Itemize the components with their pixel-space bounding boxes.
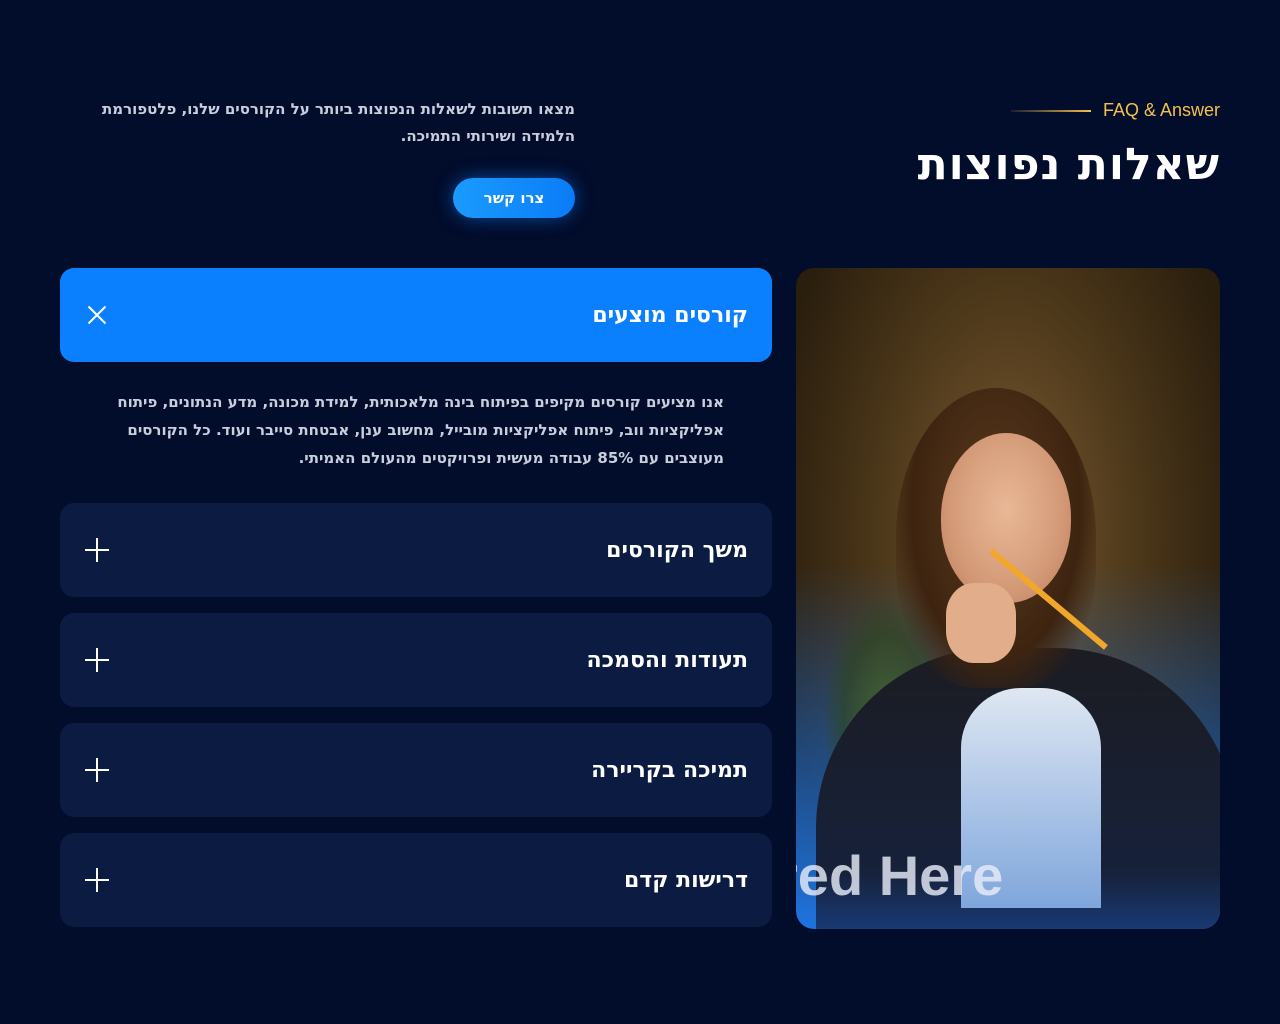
faq-item-title: תעודות והסמכה bbox=[586, 647, 748, 673]
plus-icon[interactable] bbox=[84, 537, 110, 563]
contact-button[interactable]: צרו קשר bbox=[453, 178, 575, 218]
plus-icon[interactable] bbox=[84, 867, 110, 893]
faq-item-title: תמיכה בקריירה bbox=[591, 757, 748, 783]
eyebrow-line bbox=[1010, 109, 1091, 112]
person-face-graphic bbox=[941, 433, 1071, 603]
intro-block: מצאו תשובות לשאלות הנפוצות ביותר על הקור… bbox=[100, 96, 575, 150]
plus-icon[interactable] bbox=[84, 757, 110, 783]
intro-text: מצאו תשובות לשאלות הנפוצות ביותר על הקור… bbox=[102, 100, 575, 145]
page-title: שאלות נפוצות bbox=[917, 139, 1220, 190]
faq-answer: אנו מציעים קורסים מקיפים בפיתוח בינה מלא… bbox=[117, 393, 724, 467]
faq-item-title: משך הקורסים bbox=[606, 537, 748, 563]
faq-item-course-duration[interactable]: משך הקורסים bbox=[60, 503, 772, 597]
faq-item-certificates[interactable]: תעודות והסמכה bbox=[60, 613, 772, 707]
faq-item-career-support[interactable]: תמיכה בקריירה bbox=[60, 723, 772, 817]
plus-icon[interactable] bbox=[84, 647, 110, 673]
photo-overlay-text: red Here bbox=[796, 844, 1004, 907]
person-hand-graphic bbox=[946, 583, 1016, 663]
close-icon[interactable] bbox=[84, 302, 110, 328]
faq-item-courses-offered[interactable]: קורסים מוצעים bbox=[60, 268, 772, 362]
student-photo: red Here bbox=[796, 268, 1220, 929]
faq-item-title: דרישות קדם bbox=[623, 867, 748, 893]
section-header: FAQ & Answer שאלות נפוצות bbox=[800, 100, 1220, 190]
eyebrow: FAQ & Answer bbox=[800, 100, 1220, 121]
faq-item-title: קורסים מוצעים bbox=[592, 302, 748, 328]
eyebrow-label: FAQ & Answer bbox=[1102, 100, 1220, 120]
faq-item-prerequisites[interactable]: דרישות קדם bbox=[60, 833, 772, 927]
